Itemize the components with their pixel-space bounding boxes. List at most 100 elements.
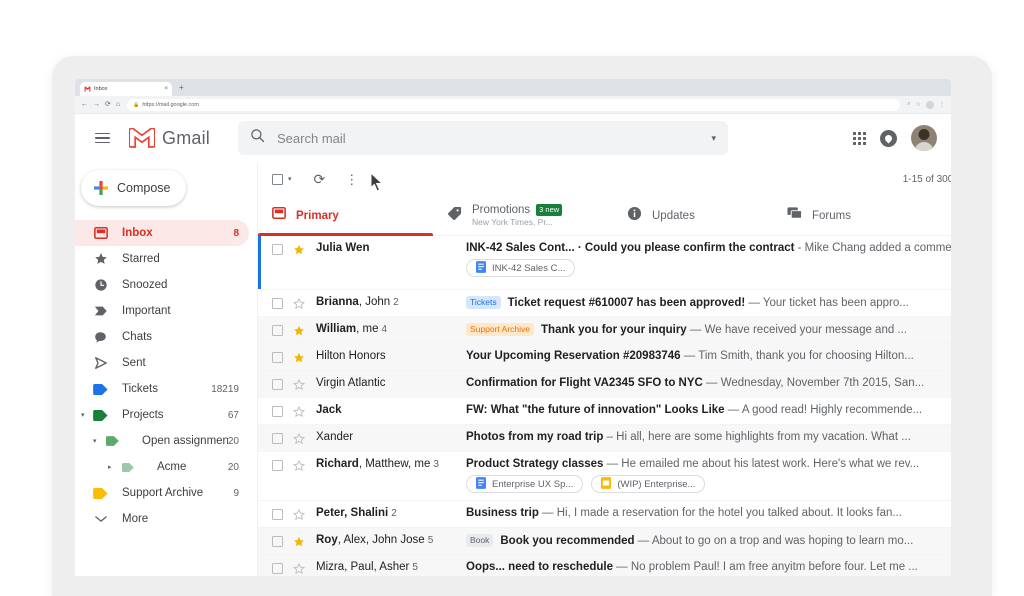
row-checkbox[interactable] — [272, 563, 283, 574]
select-all-caret-icon[interactable]: ▾ — [288, 175, 292, 183]
forward-icon[interactable]: → — [93, 101, 100, 108]
table-row[interactable]: Peter, Shalini 2 Business trip — Hi, I mad… — [258, 501, 951, 528]
tab-primary[interactable]: Primary — [258, 196, 433, 236]
star-icon[interactable] — [293, 243, 305, 261]
star-icon[interactable] — [292, 405, 306, 423]
star-icon[interactable] — [293, 324, 305, 342]
sidebar-item-support-archive[interactable]: Support Archive 9 — [75, 480, 249, 506]
row-checkbox[interactable] — [272, 406, 283, 417]
gmail-body: Compose Inbox 8 Starred Snoozed Importan… — [75, 162, 951, 576]
row-checkbox[interactable] — [272, 509, 283, 520]
chevron-down-icon[interactable]: ▾ — [93, 438, 97, 445]
table-row[interactable]: Julia Wen INK-42 Sales Cont... · Could yo… — [258, 236, 951, 290]
browser-profile-avatar[interactable] — [926, 100, 934, 109]
row-checkbox[interactable] — [272, 298, 283, 309]
tab-promotions[interactable]: Promotions 3 new New York Times, Pr... — [433, 196, 613, 235]
table-row[interactable]: Hilton Honors Your Upcoming Reservation #… — [258, 344, 951, 371]
table-row[interactable]: Brianna, John 2 Tickets Ticket request #610… — [258, 290, 951, 317]
sidebar-item-tickets[interactable]: Tickets 18219 — [75, 376, 249, 402]
search-options-icon[interactable]: ▾ — [711, 133, 716, 144]
row-subject: Thank you for your inquiry — [541, 323, 687, 336]
attachment-chip[interactable]: INK-42 Sales C... — [466, 259, 576, 277]
star-icon[interactable] — [292, 562, 306, 576]
table-row[interactable]: Virgin Atlantic Confirmation for Flight V… — [258, 371, 951, 398]
support-icon[interactable] — [880, 129, 897, 147]
label-icon-projects — [92, 409, 109, 421]
new-tab-icon[interactable]: + — [179, 84, 184, 92]
label-icon-acme — [119, 462, 136, 472]
reload-icon[interactable]: ⟳ — [105, 101, 111, 108]
table-row[interactable]: Mizra, Paul, Asher 5 Oops... need to resch… — [258, 555, 951, 576]
compose-button[interactable]: Compose — [81, 170, 186, 206]
search-bar[interactable]: ▾ — [238, 121, 729, 155]
back-icon[interactable]: ← — [81, 101, 88, 108]
sidebar-item-more[interactable]: More — [75, 506, 249, 532]
row-snippet: — Wednesday, November 7th 2015, San... — [702, 377, 925, 389]
address-bar[interactable]: 🔒 https://mail.google.com — [127, 98, 901, 111]
sidebar-label: Starred — [122, 253, 160, 265]
sidebar-item-projects[interactable]: ▾ Projects 67 — [75, 402, 249, 428]
hamburger-icon[interactable] — [89, 125, 115, 151]
star-icon[interactable] — [293, 351, 305, 369]
more-options-icon[interactable]: ⋮ — [345, 173, 358, 186]
table-row[interactable]: William, me 4 Support Archive Thank you for… — [258, 317, 951, 344]
refresh-icon[interactable]: ⟳ — [314, 172, 326, 186]
gmail-wordmark: Gmail — [162, 127, 211, 148]
browser-menu-icon[interactable]: ⋮ — [939, 101, 945, 108]
avatar[interactable] — [911, 125, 937, 151]
star-icon[interactable] — [292, 297, 306, 315]
star-icon[interactable] — [292, 432, 306, 450]
sidebar-item-snoozed[interactable]: Snoozed — [75, 272, 249, 298]
chevron-down-icon — [92, 515, 109, 523]
select-all-checkbox[interactable] — [272, 173, 283, 185]
apps-grid-icon[interactable] — [853, 131, 866, 145]
sidebar-item-open-assignments[interactable]: ▾ Open assignments 20 — [75, 428, 249, 454]
attachment-chip[interactable]: (WIP) Enterprise... — [591, 475, 706, 493]
sidebar-item-inbox[interactable]: Inbox 8 — [75, 220, 249, 246]
row-content: Product Strategy classes — He emailed me… — [466, 458, 951, 500]
row-checkbox[interactable] — [272, 433, 283, 444]
row-checkbox[interactable] — [272, 244, 283, 255]
row-snippet: — He emailed me about his latest work. H… — [603, 458, 920, 470]
table-row[interactable]: Roy, Alex, John Jose 5 Book Book you recomm… — [258, 528, 951, 555]
send-icon — [92, 356, 109, 370]
table-row[interactable]: Jack FW: What "the future of innovation" … — [258, 398, 951, 425]
row-checkbox[interactable] — [272, 379, 283, 390]
sidebar-item-important[interactable]: Important — [75, 298, 249, 324]
home-icon[interactable]: ⌂ — [116, 101, 120, 108]
search-input[interactable] — [277, 130, 700, 146]
browser-tab-inbox[interactable]: Inbox × — [80, 82, 172, 96]
sidebar-item-acme[interactable]: ▸ Acme 20 — [75, 454, 249, 480]
row-checkbox[interactable] — [272, 536, 283, 547]
gmail-logo[interactable]: Gmail — [128, 127, 211, 149]
row-checkbox[interactable] — [272, 325, 283, 336]
close-icon[interactable]: × — [164, 86, 168, 92]
table-row[interactable]: Richard, Matthew, me 3 Product Strategy cl… — [258, 452, 951, 501]
tab-updates[interactable]: Updates — [613, 196, 773, 235]
sidebar-item-sent[interactable]: Sent — [75, 350, 249, 376]
star-icon[interactable] — [292, 378, 306, 396]
row-checkbox[interactable] — [272, 460, 283, 471]
row-subject-line: Your Upcoming Reservation #20983746 — Ti… — [466, 350, 951, 362]
zoom-icon[interactable]: ⌕ — [907, 101, 910, 108]
chevron-down-icon[interactable]: ▾ — [81, 412, 85, 419]
tab-forums[interactable]: Forums — [773, 196, 865, 235]
tab-badge: 3 new — [536, 204, 563, 216]
star-icon[interactable] — [292, 459, 306, 477]
important-label-icon — [92, 305, 109, 317]
sidebar-item-chats[interactable]: Chats — [75, 324, 249, 350]
inbox-icon — [92, 226, 109, 240]
row-checkbox[interactable] — [272, 352, 283, 363]
sidebar-item-starred[interactable]: Starred — [75, 246, 249, 272]
row-subject: Ticket request #610007 has been approved… — [507, 296, 746, 309]
row-senders: Richard, Matthew, me 3 — [316, 458, 439, 470]
bookmark-star-icon[interactable]: ☆ — [916, 101, 921, 108]
table-row[interactable]: Xander Photos from my road trip – Hi all,… — [258, 425, 951, 452]
row-content: Photos from my road trip – Hi all, here … — [466, 431, 951, 443]
star-icon[interactable] — [292, 508, 306, 526]
star-icon[interactable] — [293, 535, 305, 553]
sidebar: Compose Inbox 8 Starred Snoozed Importan… — [75, 162, 257, 576]
label-icon-tickets — [92, 383, 109, 395]
chevron-right-icon[interactable]: ▸ — [108, 464, 112, 471]
attachment-chip[interactable]: Enterprise UX Sp... — [466, 475, 584, 493]
